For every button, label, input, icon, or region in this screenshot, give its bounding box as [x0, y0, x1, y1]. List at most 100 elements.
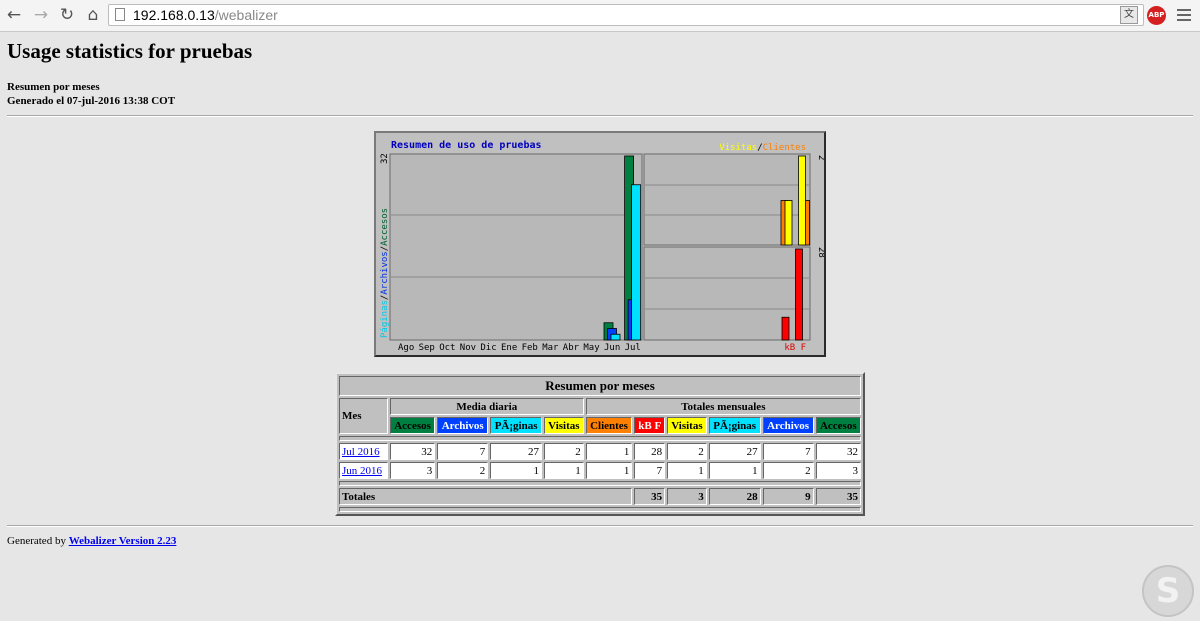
month-label-sep: Sep [419, 343, 435, 353]
table-row: Jul 2016 32 7 27 2 1 28 2 27 7 32 [339, 443, 861, 460]
col-accesos-total: Accesos [815, 417, 861, 434]
footer-prefix: Generated by [7, 535, 66, 547]
watermark-logo: S [1142, 565, 1194, 617]
divider [7, 525, 1193, 527]
home-icon[interactable]: ⌂ [82, 4, 104, 26]
legend-clientes: Clientes [763, 143, 806, 153]
graph-legend: Visitas/Clientes [719, 143, 806, 153]
axis-paginas: Páginas [380, 300, 390, 338]
table-cell: 1 [708, 462, 761, 479]
usage-graph: Resumen de uso de pruebas Visitas/Client… [374, 131, 826, 357]
col-paginas: PÃ¡ginas [490, 417, 543, 434]
col-archivos: Archivos [437, 417, 489, 434]
table-title: Resumen por meses [339, 376, 861, 396]
table-cell: 1 [544, 462, 584, 479]
table-cell: 32 [389, 443, 436, 460]
month-cell: Jun 2016 [339, 462, 388, 479]
kb-label: kB F [784, 343, 806, 353]
month-link-jun-2016[interactable]: Jun 2016 [342, 465, 382, 477]
footer: Generated by Webalizer Version 2.23 [7, 535, 176, 547]
month-label-may: May [583, 343, 600, 353]
legend-visitas: Visitas [719, 143, 757, 153]
table-spacer [339, 481, 861, 486]
table-spacer [339, 436, 861, 441]
table-cell: 3 [815, 462, 861, 479]
month-label-jul: Jul [625, 343, 641, 353]
month-link-jul-2016[interactable]: Jul 2016 [342, 446, 380, 458]
month-label-mar: Mar [542, 343, 559, 353]
table-cell: 2 [544, 443, 584, 460]
table-cell: 2 [437, 462, 489, 479]
month-cell: Jul 2016 [339, 443, 388, 460]
bar-visitas-jul [798, 155, 806, 246]
month-label-ago: Ago [398, 343, 414, 353]
kb-axis-max: 28 [816, 247, 824, 258]
total-visitas: 3 [667, 488, 707, 505]
address-bar[interactable]: 192.168.0.13/webalizer [108, 4, 1144, 26]
left-axis-label: Páginas/Archivos/Accesos [380, 208, 390, 338]
table-cell: 1 [585, 443, 633, 460]
media-diaria-header: Media diaria [389, 398, 584, 415]
totals-label: Totales [339, 488, 633, 505]
col-paginas-total: PÃ¡ginas [708, 417, 761, 434]
table-cell: 3 [389, 462, 436, 479]
table-cell: 1 [667, 462, 707, 479]
table-cell: 1 [490, 462, 543, 479]
table-row: Jun 2016 3 2 1 1 1 7 1 1 2 3 [339, 462, 861, 479]
total-paginas: 28 [708, 488, 761, 505]
month-label-jun: Jun [604, 343, 620, 353]
page-title: Usage statistics for pruebas [7, 39, 253, 63]
table-cell: 2 [762, 462, 814, 479]
month-label-feb: Feb [522, 343, 538, 353]
col-accesos: Accesos [389, 417, 436, 434]
webalizer-link[interactable]: Webalizer Version 2.23 [69, 535, 177, 547]
page-icon [115, 8, 125, 21]
month-label-dic: Dic [480, 343, 496, 353]
total-kbf: 35 [634, 488, 666, 505]
table-spacer [339, 507, 861, 512]
col-archivos-total: Archivos [762, 417, 814, 434]
left-axis-max: 32 [380, 153, 390, 164]
month-label-nov: Nov [460, 343, 476, 353]
month-label-abr: Abr [563, 343, 580, 353]
menu-icon[interactable] [1177, 6, 1191, 24]
col-kbf: kB F [634, 417, 666, 434]
forward-icon[interactable]: → [30, 4, 52, 26]
axis-archivos: Archivos [380, 251, 390, 294]
bar-visitas-jun [784, 200, 793, 246]
usage-graph-svg: Resumen de uso de pruebas Visitas/Client… [380, 140, 824, 353]
monthly-summary-table: Resumen por meses Mes Media diaria Total… [335, 372, 865, 516]
back-icon[interactable]: ← [3, 4, 25, 26]
graph-title: Resumen de uso de pruebas [391, 140, 542, 151]
bar-kbf-jun [781, 316, 790, 341]
col-visitas: Visitas [544, 417, 584, 434]
table-cell: 2 [667, 443, 707, 460]
total-archivos: 9 [762, 488, 814, 505]
month-label-oct: Oct [439, 343, 455, 353]
table-cell: 28 [634, 443, 666, 460]
browser-toolbar: ← → ↻ ⌂ 192.168.0.13/webalizer 文 ABP [0, 0, 1200, 32]
visits-axis-max: 2 [816, 155, 824, 160]
table-cell: 7 [437, 443, 489, 460]
table-cell: 7 [634, 462, 666, 479]
table-cell: 32 [815, 443, 861, 460]
bar-páginas-jul [631, 184, 642, 341]
total-accesos: 35 [815, 488, 861, 505]
reload-icon[interactable]: ↻ [56, 4, 78, 26]
month-label-ene: Ene [501, 343, 517, 353]
col-visitas-total: Visitas [667, 417, 707, 434]
svg-text:Páginas/Archivos/Accesos: Páginas/Archivos/Accesos [380, 208, 390, 338]
bar-páginas-jun [610, 333, 621, 341]
totals-row: Totales 35 3 28 9 35 [339, 488, 861, 505]
table-cell: 7 [762, 443, 814, 460]
translate-icon[interactable]: 文 [1120, 6, 1138, 24]
table-cell: 27 [490, 443, 543, 460]
page-subtitle: Resumen por meses [7, 81, 100, 93]
adblock-icon[interactable]: ABP [1147, 6, 1166, 25]
monthly-summary: Resumen por meses Mes Media diaria Total… [335, 372, 865, 516]
bar-kbf-jul [795, 248, 803, 341]
col-clientes: Clientes [585, 417, 633, 434]
divider [7, 115, 1193, 117]
table-cell: 27 [708, 443, 761, 460]
url-text[interactable]: 192.168.0.13/webalizer [133, 6, 278, 24]
